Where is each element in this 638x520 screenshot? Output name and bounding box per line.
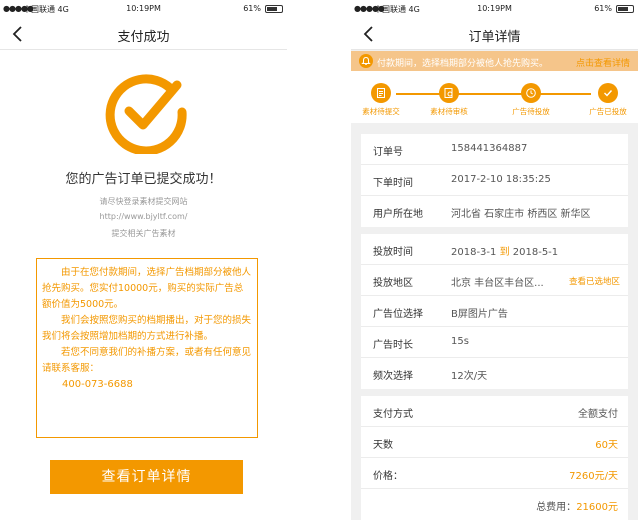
payment-card: 支付方式 全额支付 天数 60天 价格： 7260元/天 总费用：21600元 <box>361 396 628 520</box>
user-location-label: 用户所在地 <box>373 209 423 220</box>
page-title: 订单详情 <box>468 30 521 45</box>
ad-area-value: 北京 丰台区丰台区... <box>451 278 544 289</box>
hint-line-1: 请尽快登录素材提交网站 <box>99 197 188 206</box>
ad-area-label: 投放地区 <box>373 278 413 289</box>
days-label: 天数 <box>373 440 393 451</box>
ad-position-value: B屏图片广告 <box>451 309 508 320</box>
review-icon <box>439 83 459 103</box>
price-label: 价格： <box>373 471 403 482</box>
ad-period-value: 2018-3-1 到 2018-5-1 <box>451 243 558 258</box>
view-order-button[interactable]: 查看订单详情 <box>50 460 243 494</box>
payment-success-screen: ●●●●● 中国联通 4G 10:19PM 61% 支付成功 您的广告订单已提交… <box>0 0 287 520</box>
order-number-row: 订单号 158441364887 <box>361 134 628 165</box>
hint-line-3: 提交相关广告素材 <box>111 229 176 238</box>
step-ad-pending: 广告待投放 <box>501 83 561 117</box>
clock-icon <box>521 83 541 103</box>
days-row: 天数 60天 <box>361 427 628 458</box>
success-check-icon <box>104 70 188 156</box>
total-row: 总费用：21600元 <box>361 489 628 520</box>
service-phone[interactable]: 400-073-6688 <box>42 377 252 393</box>
total-fee: 总费用：21600元 <box>536 498 618 513</box>
document-icon <box>371 83 391 103</box>
status-bar: ●●●●● 中国联通 4G 10:19PM 61% <box>351 0 638 18</box>
order-progress: 素材待提交 素材待审核 广告待投放 广告已投放 <box>351 71 638 123</box>
user-location-row: 用户所在地 河北省 石家庄市 桥西区 新华区 <box>361 196 628 227</box>
step-material-review: 素材待审核 <box>419 83 479 117</box>
order-number-label: 订单号 <box>373 147 403 158</box>
status-bar: ●●●●● 中国联通 4G 10:19PM 61% <box>0 0 287 18</box>
step-label: 广告待投放 <box>512 107 550 116</box>
period-end: 2018-5-1 <box>512 247 559 258</box>
ad-frequency-row: 频次选择 12次/天 <box>361 358 628 389</box>
notice-paragraph-2: 我们会按照您购买的档期播出，对于您的损失我们将会按照增加档期的方式进行补播。 <box>42 315 252 342</box>
step-material-submit: 素材待提交 <box>351 83 411 117</box>
step-label: 素材待提交 <box>362 107 400 116</box>
page-title: 支付成功 <box>117 30 170 45</box>
banner-details-link[interactable]: 点击查看详情 <box>576 56 630 69</box>
notice-box: 由于在您付款期间，选择广告档期部分被他人抢先购买。您实付10000元，购买的实际… <box>36 258 258 438</box>
total-label: 总费用： <box>536 502 577 513</box>
period-separator: 到 <box>499 247 510 258</box>
step-label: 素材待审核 <box>430 107 468 116</box>
days-value: 60天 <box>595 440 618 451</box>
battery-level: 61% <box>243 4 261 13</box>
order-time-value: 2017-2-10 18:35:25 <box>451 174 551 185</box>
total-value: 21600元 <box>576 502 618 513</box>
banner-message: 付款期间，选择档期部分被他人抢先购买。 <box>377 59 549 69</box>
battery-icon <box>265 5 283 13</box>
nav-bar: 支付成功 <box>0 18 287 50</box>
step-label: 广告已投放 <box>589 107 627 116</box>
check-icon <box>598 83 618 103</box>
order-time-label: 下单时间 <box>373 178 413 189</box>
period-start: 2018-3-1 <box>451 247 497 258</box>
success-message: 您的广告订单已提交成功！ <box>65 172 222 187</box>
price-row: 价格： 7260元/天 <box>361 458 628 489</box>
order-info-card: 订单号 158441364887 下单时间 2017-2-10 18:35:25… <box>361 134 628 227</box>
ad-duration-label: 广告时长 <box>373 340 413 351</box>
payment-method-label: 支付方式 <box>373 409 413 420</box>
notice-paragraph-1: 由于在您付款期间，选择广告档期部分被他人抢先购买。您实付10000元，购买的实际… <box>42 267 252 310</box>
price-value: 7260元/天 <box>569 471 618 482</box>
ad-period-row: 投放时间 2018-3-1 到 2018-5-1 <box>361 234 628 265</box>
ad-position-row: 广告位选择 B屏图片广告 <box>361 296 628 327</box>
payment-method-row: 支付方式 全额支付 <box>361 396 628 427</box>
ad-frequency-value: 12次/天 <box>451 371 488 382</box>
order-detail-screen: ●●●●● 中国联通 4G 10:19PM 61% 订单详情 付款期间，选择档期… <box>351 0 638 520</box>
order-time-row: 下单时间 2017-2-10 18:35:25 <box>361 165 628 196</box>
nav-bar: 订单详情 <box>351 18 638 50</box>
hint-url[interactable]: http://www.bjyltf.com/ <box>0 212 287 221</box>
user-location-value: 河北省 石家庄市 桥西区 新华区 <box>451 209 591 220</box>
ad-position-label: 广告位选择 <box>373 309 423 320</box>
ad-duration-row: 广告时长 15s <box>361 327 628 358</box>
notice-banner: 付款期间，选择档期部分被他人抢先购买。 点击查看详情 <box>351 51 638 71</box>
bell-icon <box>359 54 373 68</box>
step-ad-live: 广告已投放 <box>578 83 638 117</box>
order-number-value: 158441364887 <box>451 143 528 154</box>
notice-paragraph-3: 若您不同意我们的补播方案，或者有任何意见请联系客服： <box>42 347 252 374</box>
ad-area-row: 投放地区 北京 丰台区丰台区... 查看已选地区 <box>361 265 628 296</box>
view-areas-link[interactable]: 查看已选地区 <box>569 275 620 287</box>
ad-period-label: 投放时间 <box>373 247 413 258</box>
battery-icon <box>616 5 634 13</box>
payment-method-value: 全额支付 <box>578 409 618 420</box>
ad-frequency-label: 频次选择 <box>373 371 413 382</box>
ad-duration-value: 15s <box>451 336 469 347</box>
battery-level: 61% <box>594 4 612 13</box>
ad-info-card: 投放时间 2018-3-1 到 2018-5-1 投放地区 北京 丰台区丰台区.… <box>361 234 628 389</box>
